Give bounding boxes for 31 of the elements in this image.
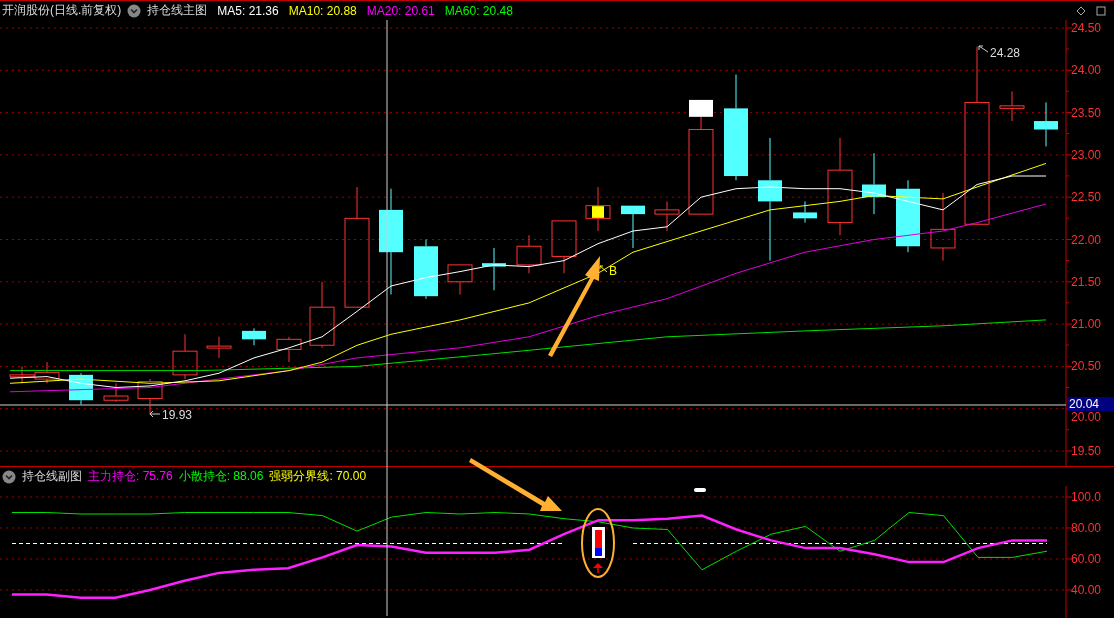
price-axis-label: 23.50 <box>1071 105 1102 120</box>
stock-title: 开润股份(日线.前复权) <box>2 2 122 19</box>
low-price-label: 19.93 <box>162 408 193 422</box>
price-axis-label: 19.50 <box>1071 444 1102 458</box>
high-price-label: 24.28 <box>990 46 1021 60</box>
indicator-value: MA10: 20.88 <box>288 3 357 18</box>
price-axis-label: 24.50 <box>1071 21 1102 35</box>
indicator-axis-label: 60.00 <box>1071 551 1102 566</box>
price-axis-label: 23.00 <box>1071 147 1102 162</box>
indicator-name: 持仓线副图 <box>22 468 82 485</box>
indicator-name: 持仓线主图 <box>147 2 208 19</box>
indicator-axis-label: 100.0 <box>1071 490 1102 504</box>
legend-value: : 70.00 <box>329 469 367 483</box>
indicator-axis-label: 80.00 <box>1071 521 1102 535</box>
price-axis-label: 20.50 <box>1071 359 1102 374</box>
price-axis-label: 21.00 <box>1071 317 1102 332</box>
indicator-value: MA60: 20.48 <box>444 3 513 18</box>
current-price-badge: 20.04 <box>1067 397 1114 411</box>
indicator-value: MA20: 20.61 <box>366 3 435 18</box>
legend-name: 小散持仓 <box>178 469 227 483</box>
price-axis-label: 22.50 <box>1071 190 1102 205</box>
indicator-value: MA5: 21.36 <box>217 3 279 18</box>
legend-value: : 88.06 <box>226 469 264 483</box>
signal-label: B <box>609 264 617 278</box>
legend-name: 主力持仓 <box>88 469 136 483</box>
price-axis-label: 24.00 <box>1071 63 1102 78</box>
legend-value: : 75.76 <box>136 469 173 483</box>
price-axis-label: 22.00 <box>1071 232 1102 247</box>
price-axis-label: 21.50 <box>1071 274 1102 289</box>
price-axis-label: 20.00 <box>1071 410 1102 424</box>
indicator-axis-label: 40.00 <box>1071 582 1102 597</box>
